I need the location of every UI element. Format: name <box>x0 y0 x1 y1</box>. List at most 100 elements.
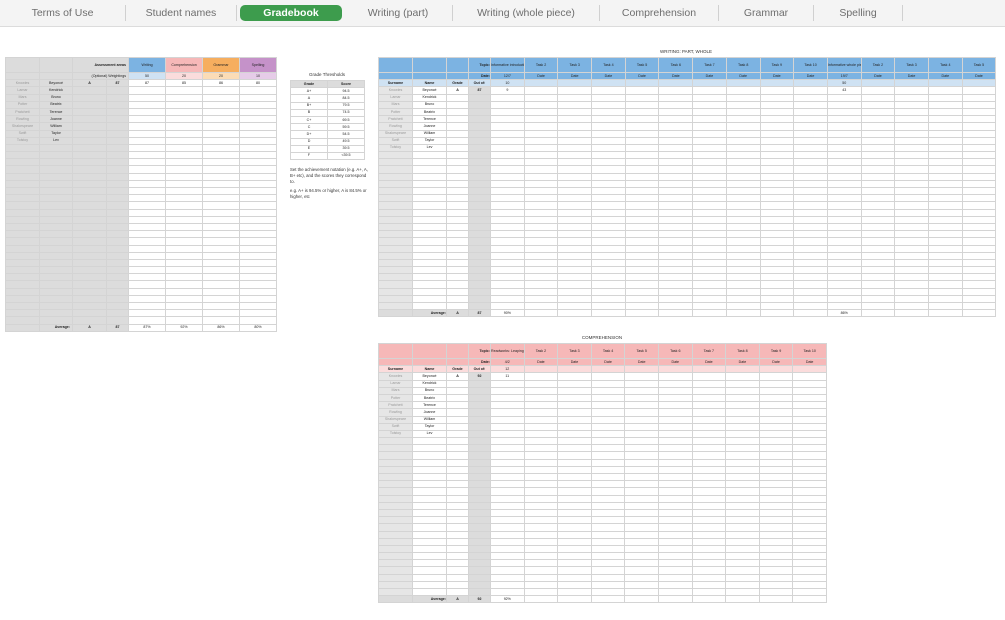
area-score-cell[interactable] <box>165 280 204 289</box>
comprehension-score[interactable] <box>557 465 592 475</box>
area-score-cell[interactable] <box>128 266 167 275</box>
tab-student-names[interactable]: Student names <box>126 5 237 21</box>
writing-whole-score[interactable] <box>961 151 997 160</box>
writing-part-score[interactable] <box>591 194 626 203</box>
writing-part-score[interactable] <box>523 186 559 196</box>
comprehension-score[interactable] <box>725 494 760 503</box>
writing-part-score[interactable] <box>490 294 525 304</box>
comprehension-score[interactable] <box>624 508 659 518</box>
writing-part-score[interactable] <box>557 129 593 138</box>
writing-part-score[interactable] <box>793 230 828 239</box>
writing-whole-score[interactable] <box>860 165 896 174</box>
writing-part-score[interactable] <box>692 294 727 304</box>
writing-part-score[interactable] <box>490 115 525 124</box>
writing-whole-score[interactable] <box>894 201 929 210</box>
comprehension-score[interactable] <box>725 580 760 590</box>
writing-part-outof[interactable] <box>557 79 593 88</box>
comprehension-score[interactable] <box>758 422 794 431</box>
comprehension-score[interactable] <box>590 508 626 518</box>
comprehension-score[interactable] <box>657 530 693 539</box>
area-score-cell[interactable] <box>202 129 241 138</box>
area-score-cell[interactable] <box>202 143 241 153</box>
writing-part-score[interactable] <box>793 222 828 232</box>
writing-part-score[interactable] <box>725 100 761 109</box>
writing-part-score[interactable] <box>591 151 626 160</box>
comprehension-score[interactable] <box>590 487 626 496</box>
writing-whole-score[interactable] <box>826 244 862 253</box>
writing-part-score[interactable] <box>692 258 727 268</box>
comprehension-score[interactable] <box>725 544 760 554</box>
writing-part-score[interactable] <box>725 287 761 296</box>
comprehension-score[interactable] <box>557 552 592 561</box>
comprehension-date[interactable]: Date <box>557 357 592 367</box>
comprehension-score[interactable] <box>792 379 827 388</box>
tab-comprehension[interactable]: Comprehension <box>600 5 719 21</box>
writing-part-score[interactable] <box>624 93 660 102</box>
writing-part-score[interactable] <box>759 165 795 174</box>
writing-whole-score[interactable] <box>961 143 997 153</box>
comprehension-score[interactable] <box>590 494 626 503</box>
writing-part-score[interactable] <box>624 244 660 253</box>
threshold-grade[interactable]: D <box>290 137 328 146</box>
writing-part-score[interactable] <box>624 186 660 196</box>
writing-whole-score[interactable] <box>961 107 997 117</box>
threshold-score[interactable]: 39.5 <box>327 144 365 153</box>
writing-part-score[interactable] <box>557 100 593 109</box>
area-score-cell[interactable] <box>165 93 204 102</box>
writing-part-score[interactable] <box>793 215 828 224</box>
area-score-cell[interactable] <box>239 158 278 167</box>
area-score-cell[interactable] <box>128 107 167 117</box>
writing-part-score[interactable] <box>624 201 660 210</box>
writing-whole-date[interactable]: Date <box>860 71 896 81</box>
area-score-cell[interactable] <box>165 258 204 268</box>
writing-whole-score[interactable] <box>927 179 963 189</box>
writing-part-score[interactable] <box>591 230 626 239</box>
writing-part-score[interactable] <box>523 165 559 174</box>
writing-whole-score[interactable] <box>961 179 997 189</box>
writing-part-score[interactable] <box>523 136 559 145</box>
comprehension-score[interactable] <box>758 451 794 460</box>
writing-whole-score[interactable] <box>927 165 963 174</box>
comprehension-score[interactable] <box>624 544 659 554</box>
writing-part-score[interactable] <box>624 100 660 109</box>
area-score-cell[interactable] <box>128 100 167 109</box>
area-score-cell[interactable] <box>128 143 167 153</box>
writing-part-score[interactable] <box>793 194 828 203</box>
comprehension-score[interactable] <box>725 415 760 424</box>
writing-part-score[interactable] <box>557 222 593 232</box>
comprehension-score[interactable] <box>523 451 559 460</box>
area-score-cell[interactable] <box>239 172 278 181</box>
writing-part-score[interactable] <box>624 237 660 246</box>
comprehension-score[interactable] <box>523 472 559 482</box>
comprehension-score[interactable] <box>490 487 525 496</box>
area-score-cell[interactable] <box>239 230 278 239</box>
comprehension-score[interactable] <box>792 494 827 503</box>
comprehension-score[interactable] <box>590 372 626 381</box>
comprehension-score[interactable] <box>557 573 592 582</box>
writing-whole-score[interactable] <box>927 86 963 95</box>
writing-part-score[interactable] <box>692 301 727 311</box>
area-score-cell[interactable] <box>128 172 167 181</box>
comprehension-score[interactable] <box>624 523 659 532</box>
area-score-cell[interactable] <box>239 237 278 246</box>
area-score-cell[interactable] <box>202 309 241 318</box>
writing-part-score[interactable] <box>557 165 593 174</box>
comprehension-task-header[interactable]: Task 8 <box>725 343 760 359</box>
writing-whole-score[interactable] <box>826 194 862 203</box>
comprehension-score[interactable] <box>523 401 559 410</box>
writing-part-score[interactable] <box>658 86 694 95</box>
writing-part-score[interactable] <box>658 107 694 117</box>
comprehension-score[interactable] <box>523 386 559 395</box>
writing-part-score[interactable] <box>692 86 727 95</box>
writing-whole-score[interactable] <box>927 115 963 124</box>
comprehension-score[interactable] <box>691 530 727 539</box>
comprehension-score[interactable] <box>758 494 794 503</box>
writing-part-score[interactable] <box>793 151 828 160</box>
area-comprehension-header[interactable]: Comprehension <box>165 57 204 73</box>
writing-whole-score[interactable] <box>894 258 929 268</box>
comprehension-score[interactable] <box>590 379 626 388</box>
comprehension-score[interactable] <box>523 494 559 503</box>
writing-whole-score[interactable] <box>826 186 862 196</box>
writing-whole-score[interactable] <box>927 129 963 138</box>
writing-whole-score[interactable] <box>860 215 896 224</box>
